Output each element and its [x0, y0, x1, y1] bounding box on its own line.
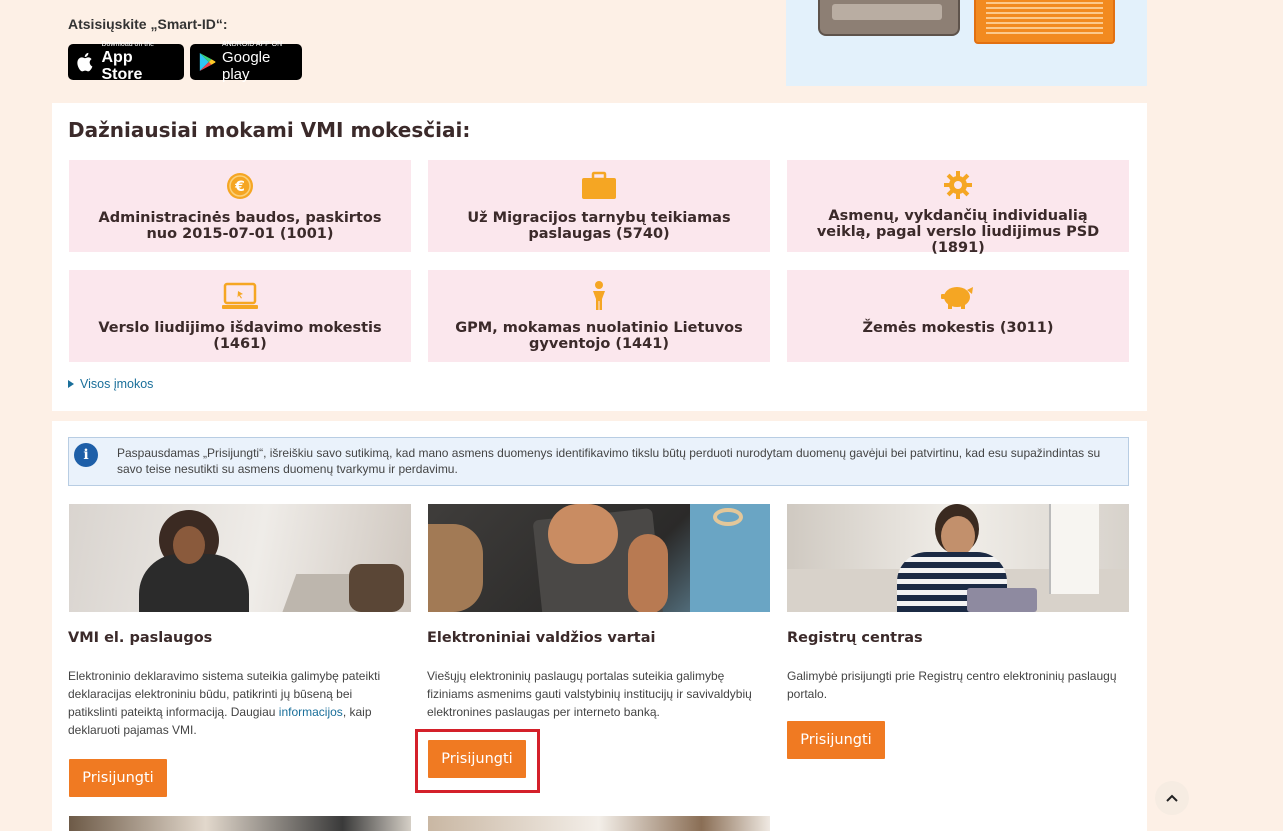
tax-tile-label: Asmenų, vykdančių individualią veiklą, p…: [816, 208, 1100, 256]
app-store-big: App Store: [101, 49, 143, 83]
service-title: Elektroniniai valdžios vartai: [427, 630, 656, 646]
tax-tile-land-tax[interactable]: Žemės mokestis (3011): [787, 270, 1129, 362]
tax-tile-label: GPM, mokamas nuolatinio Lietuvos gyvento…: [455, 320, 743, 352]
tax-tile-business-certificate-fee[interactable]: Verslo liudijimo išdavimo mokestis (1461…: [69, 270, 411, 362]
briefcase-icon: [582, 171, 616, 199]
apple-icon: [77, 52, 93, 72]
evaldzia-service-image: [428, 504, 770, 612]
code-card-illustration: [974, 0, 1115, 44]
smartid-hero-image: [786, 0, 1147, 86]
tax-tile-label: Už Migracijos tarnybų teikiamas paslauga…: [467, 210, 731, 242]
app-store-small: Download on the: [101, 41, 155, 48]
info-icon: i: [68, 437, 104, 473]
google-play-badge[interactable]: ANDROID APP ON Google play: [190, 41, 302, 83]
triangle-right-icon: [68, 380, 74, 388]
google-play-icon: [199, 53, 216, 71]
google-play-small: ANDROID APP ON: [221, 41, 283, 48]
service-description: Viešųjų elektroninių paslaugų portalas s…: [427, 667, 762, 721]
all-payments-label: Visos įmokos: [80, 377, 154, 391]
tax-tile-gpm-resident[interactable]: GPM, mokamas nuolatinio Lietuvos gyvento…: [428, 270, 770, 362]
tax-tile-label: Verslo liudijimo išdavimo mokestis (1461…: [98, 320, 382, 352]
information-link[interactable]: informacijos: [279, 705, 343, 719]
svg-text:€: €: [234, 179, 245, 195]
registru-centras-login-button[interactable]: Prisijungti: [787, 721, 885, 759]
vmi-login-button[interactable]: Prisijungti: [69, 759, 167, 797]
piggy-bank-icon: [941, 287, 973, 309]
tax-tile-label: Administracinės baudos, paskirtos nuo 20…: [98, 210, 382, 242]
smartid-label: Atsisiųskite „Smart-ID“:: [68, 16, 228, 32]
google-play-big: Google play: [221, 49, 271, 83]
service-description-text: Galimybė prisijungti prie Registrų centr…: [787, 669, 1117, 701]
taxes-title: Dažniausiai mokami VMI mokesčiai:: [68, 118, 471, 142]
tax-tile-administrative-fines[interactable]: € Administracinės baudos, paskirtos nuo …: [69, 160, 411, 252]
service-title: Registrų centras: [787, 630, 923, 646]
gear-icon: [944, 171, 972, 199]
registru-centras-service-image: [787, 504, 1129, 612]
tax-tile-label: Žemės mokestis (3011): [862, 320, 1054, 336]
taxes-section: [52, 103, 1147, 411]
service-description: Elektroninio deklaravimo sistema suteiki…: [68, 667, 403, 739]
person-icon: [593, 281, 605, 310]
euro-coin-icon: €: [227, 173, 253, 199]
scroll-to-top-button[interactable]: [1155, 781, 1189, 815]
consent-notice-text: Paspausdamas „Prisijungti“, išreiškiu sa…: [117, 446, 1101, 476]
tax-tile-individual-activity-psd[interactable]: Asmenų, vykdančių individualią veiklą, p…: [787, 160, 1129, 256]
all-payments-link[interactable]: Visos įmokos: [68, 377, 153, 391]
page: Atsisiųskite „Smart-ID“: Download on the…: [0, 0, 1283, 831]
consent-notice: Paspausdamas „Prisijungti“, išreiškiu sa…: [68, 437, 1129, 486]
service-description: Galimybė prisijungti prie Registrų centr…: [787, 667, 1122, 703]
vmi-service-image: [69, 504, 411, 612]
device-illustration: [818, 0, 960, 36]
next-service-image: [69, 816, 411, 831]
laptop-icon: [222, 282, 258, 309]
highlight-box: [415, 729, 540, 793]
app-store-badge[interactable]: Download on the App Store: [68, 41, 184, 83]
service-description-text: Viešųjų elektroninių paslaugų portalas s…: [427, 669, 752, 719]
next-service-image: [428, 816, 770, 831]
chevron-up-icon: [1166, 794, 1178, 802]
tax-tile-migration-services[interactable]: Už Migracijos tarnybų teikiamas paslauga…: [428, 160, 770, 252]
service-title: VMI el. paslaugos: [68, 630, 213, 646]
